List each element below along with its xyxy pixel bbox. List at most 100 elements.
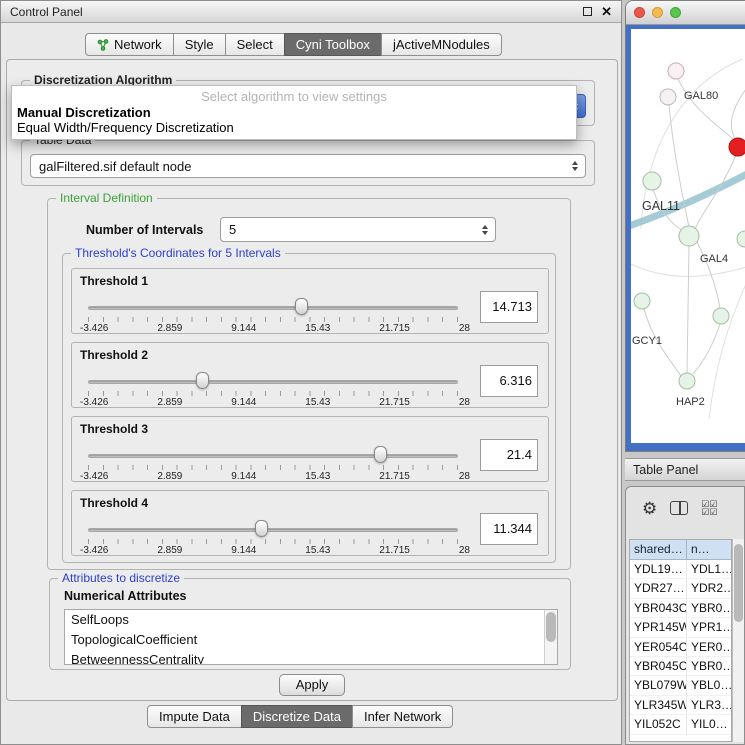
table-cell[interactable]: YBR0… <box>687 657 731 675</box>
network-canvas[interactable]: GAL80 GAL11 GAL4 GCY1 HAP2 <box>631 29 745 443</box>
combobox-arrows-icon[interactable] <box>572 161 578 171</box>
table-cell[interactable]: YPR1… <box>687 618 731 636</box>
threshold-2-slider[interactable]: -3.426 2.859 9.144 15.43 21.715 28 <box>88 367 458 409</box>
network-node[interactable] <box>713 308 729 324</box>
tab-network[interactable]: Network <box>85 33 174 56</box>
threshold-4-value-field[interactable]: 11.344 <box>480 513 538 545</box>
tab-impute-data[interactable]: Impute Data <box>147 705 242 728</box>
tab-jactivemnodules[interactable]: jActiveMNodules <box>381 33 502 56</box>
scrollbar-thumb[interactable] <box>546 612 556 642</box>
slider-track[interactable] <box>88 528 458 532</box>
network-node[interactable] <box>660 89 676 105</box>
table-row[interactable]: YBL079W YBL0… <box>630 676 731 695</box>
table-data-combobox[interactable]: galFiltered.sif default node <box>30 154 586 178</box>
tick-label: -3.426 <box>80 471 108 482</box>
table-header-row: shared… n… <box>630 540 731 560</box>
threshold-1-slider[interactable]: -3.426 2.859 9.144 15.43 21.715 28 <box>88 293 458 335</box>
table-cell[interactable]: YDL19… <box>630 560 687 578</box>
minimize-traffic-light-icon[interactable] <box>652 7 663 18</box>
list-item[interactable]: TopologicalCoefficient <box>65 630 557 650</box>
tab-discretize-data[interactable]: Discretize Data <box>241 705 353 728</box>
node-label-gal80: GAL80 <box>684 90 718 102</box>
control-panel-window: Control Panel ✕ Network Style Select Cyn… <box>0 0 622 745</box>
number-of-intervals-combobox[interactable]: 5 <box>220 217 496 242</box>
table-cell[interactable]: YLR345W <box>630 696 687 714</box>
network-node[interactable] <box>643 172 661 190</box>
tab-label: Style <box>185 34 214 55</box>
apply-button[interactable]: Apply <box>279 674 345 696</box>
table-cell[interactable]: YLR3… <box>687 696 731 714</box>
slider-track[interactable] <box>88 380 458 384</box>
table-row[interactable]: YBR043C YBR0… <box>630 599 731 618</box>
table-cell[interactable]: YBR045C <box>630 657 687 675</box>
network-node[interactable] <box>737 231 745 247</box>
threshold-1-value-field[interactable]: 14.713 <box>480 291 538 323</box>
table-cell[interactable]: YBL079W <box>630 676 687 694</box>
close-icon[interactable]: ✕ <box>601 5 612 18</box>
table-cell[interactable]: YER054C <box>630 638 687 656</box>
minimize-icon[interactable] <box>583 7 592 16</box>
columns-icon[interactable] <box>670 501 688 515</box>
table-cell[interactable]: YBR0… <box>687 599 731 617</box>
list-item[interactable]: SelfLoops <box>65 610 557 630</box>
settings-gear-icon[interactable]: ⚙ <box>642 500 657 517</box>
numerical-attributes-list[interactable]: SelfLoops TopologicalCoefficient Between… <box>64 609 558 665</box>
slider-thumb[interactable] <box>295 298 308 315</box>
table-row[interactable]: YPR145W YPR1… <box>630 618 731 637</box>
network-node[interactable] <box>668 63 684 79</box>
table-row[interactable]: YBR045C YBR0… <box>630 657 731 676</box>
scrollbar-thumb[interactable] <box>734 544 743 622</box>
tab-cyni-toolbox[interactable]: Cyni Toolbox <box>284 33 382 56</box>
table-cell[interactable]: YBR043C <box>630 599 687 617</box>
threshold-3-value-field[interactable]: 21.4 <box>480 439 538 471</box>
close-traffic-light-icon[interactable] <box>634 7 645 18</box>
tab-select[interactable]: Select <box>225 33 285 56</box>
dropdown-option-manual-discretization[interactable]: Manual Discretization <box>12 105 576 120</box>
slider-track[interactable] <box>88 306 458 310</box>
table-cell[interactable]: YIL0… <box>687 715 731 733</box>
table-cell[interactable]: YPR145W <box>630 618 687 636</box>
tick-label: 28 <box>459 545 470 556</box>
network-icon <box>97 39 109 51</box>
zoom-traffic-light-icon[interactable] <box>670 7 681 18</box>
table-cell[interactable]: YDR2… <box>687 579 731 597</box>
network-node[interactable] <box>679 226 699 246</box>
network-node[interactable] <box>679 373 695 389</box>
tab-label: Select <box>237 34 273 55</box>
tick-label: 9.144 <box>231 545 256 556</box>
select-columns-icon[interactable]: ☑☑ ☑☑ <box>701 500 717 516</box>
table-cell[interactable]: YBL0… <box>687 676 731 694</box>
threshold-3-slider[interactable]: -3.426 2.859 9.144 15.43 21.715 28 <box>88 441 458 483</box>
table-row[interactable]: YDR27… YDR2… <box>630 579 731 598</box>
table-scrollbar[interactable] <box>732 539 744 742</box>
slider-thumb[interactable] <box>196 372 209 389</box>
network-node-selected[interactable] <box>729 138 745 156</box>
table-row[interactable]: YIL052C YIL0… <box>630 715 731 734</box>
tab-infer-network[interactable]: Infer Network <box>352 705 453 728</box>
table-cell[interactable]: YDL1… <box>687 560 731 578</box>
table-cell[interactable]: YDR27… <box>630 579 687 597</box>
tick-label: 21.715 <box>379 397 410 408</box>
slider-thumb[interactable] <box>255 520 268 537</box>
combobox-arrows-icon[interactable] <box>482 225 488 235</box>
dropdown-option-equal-width-frequency[interactable]: Equal Width/Frequency Discretization <box>12 120 576 135</box>
table-row[interactable]: YER054C YER0… <box>630 638 731 657</box>
slider-track[interactable] <box>88 454 458 458</box>
table-cell[interactable]: YER0… <box>687 638 731 656</box>
table-cell[interactable]: YIL052C <box>630 715 687 733</box>
column-header[interactable]: shared… <box>630 540 687 559</box>
table-panel-window: ⚙ ☑☑ ☑☑ shared… n… YDL19… YDL1… YDR27… Y… <box>625 486 745 745</box>
tab-style[interactable]: Style <box>173 33 226 56</box>
number-of-intervals-label: Number of Intervals <box>86 223 203 237</box>
list-scrollbar[interactable] <box>544 610 557 664</box>
threshold-2-value-field[interactable]: 6.316 <box>480 365 538 397</box>
list-item[interactable]: BetweennessCentrality <box>65 650 557 665</box>
network-node[interactable] <box>634 293 650 309</box>
table-row[interactable]: YLR345W YLR3… <box>630 696 731 715</box>
threshold-4-slider[interactable]: -3.426 2.859 9.144 15.43 21.715 28 <box>88 515 458 557</box>
slider-thumb[interactable] <box>374 446 387 463</box>
slider-tick-labels: -3.426 2.859 9.144 15.43 21.715 28 <box>80 323 470 334</box>
table-row[interactable]: YDL19… YDL1… <box>630 560 731 579</box>
slider-tick-labels: -3.426 2.859 9.144 15.43 21.715 28 <box>80 471 470 482</box>
column-header[interactable]: n… <box>687 540 731 559</box>
